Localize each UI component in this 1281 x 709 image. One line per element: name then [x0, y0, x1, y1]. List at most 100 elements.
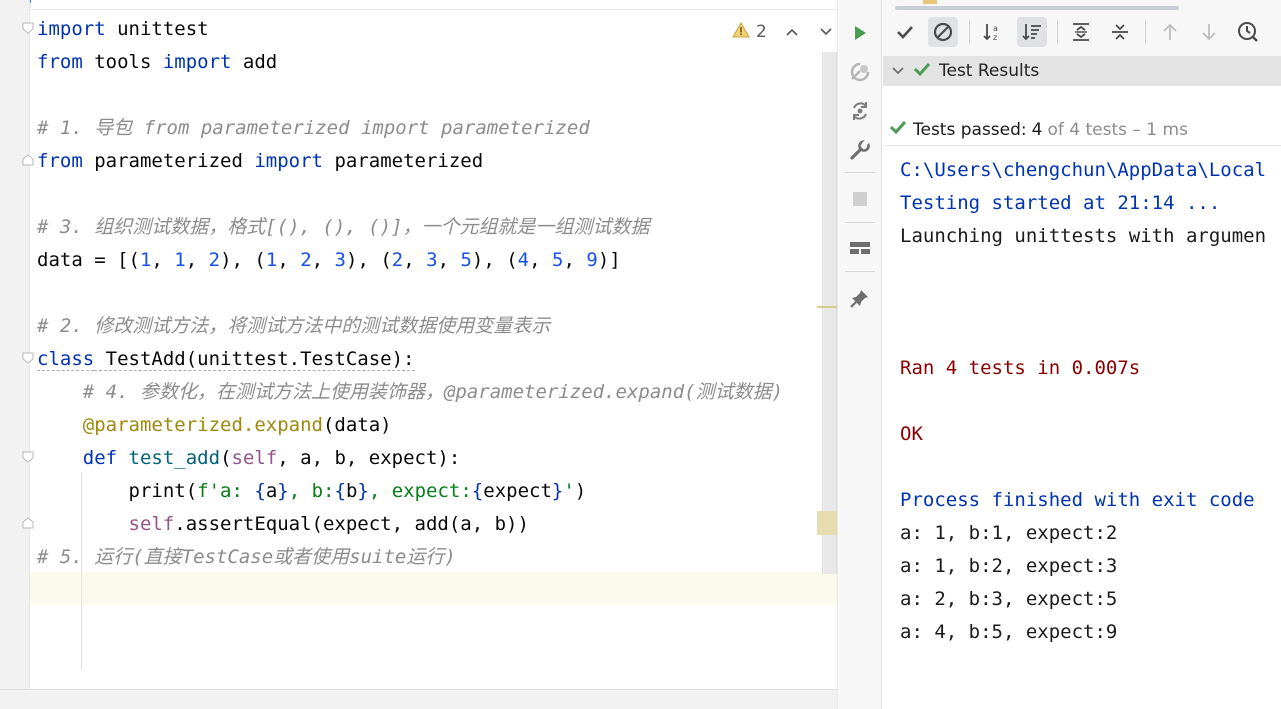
code-token: , b: [288, 480, 335, 502]
chevron-down-icon[interactable] [891, 61, 907, 81]
code-token: 4 [517, 249, 530, 271]
layout-icon[interactable] [847, 235, 873, 261]
code-token: 1 [174, 249, 186, 271]
code-line[interactable]: class TestAdd(unittest.TestCase): [37, 343, 415, 376]
code-token: # 3. 组织测试数据，格式[(), (), ()]，一个元组就是一组测试数据 [37, 216, 650, 238]
code-token: unittest [105, 18, 209, 40]
code-line[interactable]: self.assertEqual(expect, add(a, b)) [37, 508, 529, 541]
passed-check-icon [913, 61, 933, 82]
show-ignored-icon[interactable] [928, 17, 958, 47]
code-line[interactable]: print(f'a: {a}, b:{b}, expect:{expect}') [37, 475, 587, 508]
previous-highlight-icon[interactable] [785, 23, 799, 41]
console-line: Ran 4 tests in 0.007s [900, 357, 1141, 379]
code-line[interactable]: data = [(1, 1, 2), (1, 2, 3), (2, 3, 5),… [37, 244, 621, 277]
sort-alphabetically-icon[interactable]: az [978, 17, 1008, 47]
console-line: Process finished with exit code [900, 489, 1255, 511]
error-stripe-mark[interactable] [817, 511, 837, 535]
next-highlight-icon[interactable] [819, 23, 833, 41]
rerun-icon[interactable] [847, 20, 873, 46]
code-token: # 4. 参数化，在测试方法上使用装饰器，@parameterized.expa… [37, 381, 784, 403]
code-line[interactable]: # 1. 导包 from parameterized import parame… [37, 112, 590, 145]
toolbar-separator [1145, 20, 1146, 44]
tests-passed-detail: of 4 tests – 1 ms [1047, 119, 1188, 140]
code-token: , a, b, expect): [277, 447, 461, 469]
code-token: { [471, 480, 484, 502]
code-token: 2 [391, 249, 404, 271]
code-token: import [254, 150, 323, 172]
next-failed-test-icon[interactable] [1194, 17, 1224, 47]
code-token: import [37, 18, 106, 40]
rerun-failed-icon[interactable] [847, 59, 873, 85]
fold-marker-icon[interactable] [21, 451, 35, 463]
panel-splitter[interactable] [837, 0, 838, 709]
code-token: # 1. 导包 from parameterized import parame… [37, 117, 590, 139]
code-token: .assertEqual(expect, add(a, b)) [174, 513, 529, 535]
test-history-icon[interactable] [1233, 17, 1263, 47]
code-token: self [128, 513, 175, 535]
console-line: Launching unittests with argumen [900, 225, 1267, 247]
stop-icon[interactable] [847, 186, 873, 212]
code-token: } [357, 480, 369, 502]
wrench-icon[interactable] [847, 137, 873, 163]
toolbar-separator [845, 222, 875, 223]
editor-horizontal-scrollbar[interactable] [0, 689, 838, 709]
pin-icon[interactable] [847, 285, 873, 311]
console-line: a: 1, b:1, expect:2 [900, 522, 1118, 544]
toggle-auto-test-icon[interactable] [847, 98, 873, 124]
code-line[interactable]: def test_add(self, a, b, expect): [37, 442, 461, 475]
code-token: b [345, 480, 358, 502]
code-token: TestAdd(unittest.TestCase): [94, 348, 415, 371]
code-token: )] [597, 249, 621, 271]
code-editor[interactable]: import unittest from tools import add # 1.… [0, 0, 838, 709]
code-line[interactable]: # 2. 修改测试方法，将测试方法中的测试数据使用变量表示 [37, 310, 550, 343]
collapse-all-icon[interactable] [1105, 17, 1135, 47]
code-token: } [277, 480, 289, 502]
tests-passed-status: Tests passed: 4 of 4 tests – 1 ms [883, 114, 1281, 146]
scrollbar-thumb[interactable] [824, 52, 836, 574]
export-icon[interactable] [1271, 17, 1281, 47]
code-token: # 5. 运行(直接TestCase或者使用suite运行) [37, 546, 456, 568]
error-stripe-mark[interactable] [817, 306, 837, 308]
code-line[interactable]: # 5. 运行(直接TestCase或者使用suite运行) [37, 541, 456, 574]
sort-by-duration-icon[interactable] [1017, 17, 1047, 47]
code-line[interactable]: from tools import add [37, 46, 277, 79]
code-line[interactable]: # 4. 参数化，在测试方法上使用装饰器，@parameterized.expa… [37, 376, 783, 409]
expand-all-icon[interactable] [1066, 17, 1096, 47]
code-line[interactable]: # 3. 组织测试数据，格式[(), (), ()]，一个元组就是一组测试数据 [37, 211, 649, 244]
fold-marker-icon[interactable] [21, 352, 35, 364]
warning-icon [732, 21, 750, 43]
inspection-widget[interactable]: 2 [732, 18, 833, 46]
code-token: , [277, 249, 301, 271]
code-token: # 2. 修改测试方法，将测试方法中的测试数据使用变量表示 [37, 315, 551, 337]
code-token: 2 [300, 249, 312, 271]
editor-scrollbar[interactable] [822, 52, 837, 574]
svg-text:z: z [993, 33, 997, 42]
editor-top-divider [0, 9, 838, 10]
test-results-tree-root[interactable]: Test Results [883, 56, 1281, 86]
fold-marker-icon[interactable] [21, 22, 35, 34]
code-line[interactable]: @parameterized.expand(data) [37, 409, 392, 442]
code-token: , [563, 249, 587, 271]
code-token: , [403, 249, 427, 271]
code-token: ), ( [346, 249, 392, 271]
console-line: Testing started at 21:14 ... [900, 192, 1221, 214]
fold-marker-icon[interactable] [21, 517, 35, 529]
show-passed-icon[interactable] [890, 17, 920, 47]
code-token: ), ( [471, 249, 518, 271]
toolbar-separator [1057, 20, 1058, 44]
code-token: parameterized [82, 150, 255, 172]
code-token: self [231, 447, 278, 469]
code-token: add [231, 51, 278, 73]
code-line[interactable]: from parameterized import parameterized [37, 145, 483, 178]
previous-failed-test-icon[interactable] [1155, 17, 1185, 47]
code-token: ) [574, 480, 587, 502]
code-token: { [334, 480, 346, 502]
run-tab-strip[interactable] [895, 6, 1179, 10]
tests-passed-count: 4 [1031, 119, 1043, 140]
console-line: C:\Users\chengchun\AppData\Local [900, 159, 1267, 181]
code-token: def [82, 447, 118, 469]
fold-marker-icon[interactable] [21, 154, 35, 166]
code-token: f'a: [197, 480, 255, 502]
code-token: print( [37, 480, 198, 502]
code-line[interactable]: import unittest [37, 13, 209, 46]
